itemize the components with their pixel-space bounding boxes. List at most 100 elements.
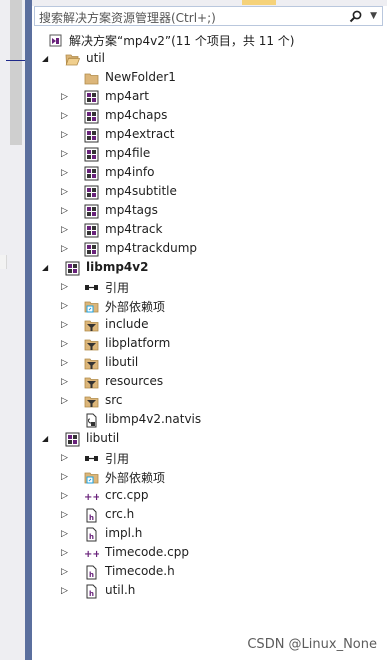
editor-scrollbar[interactable] bbox=[10, 0, 22, 145]
expand-arrow-icon[interactable]: ▷ bbox=[61, 91, 69, 103]
expand-arrow-icon[interactable]: ▷ bbox=[61, 585, 69, 597]
tree-item[interactable]: ▷ resources bbox=[32, 373, 387, 392]
filter-icon bbox=[84, 337, 99, 352]
svg-text:++: ++ bbox=[84, 492, 99, 503]
project-icon bbox=[84, 166, 99, 181]
left-gutter bbox=[0, 0, 26, 660]
tree-item-label: 引用 bbox=[105, 281, 130, 295]
search-input[interactable]: 搜索解决方案资源管理器(Ctrl+;) bbox=[39, 9, 216, 26]
references-icon bbox=[84, 280, 99, 295]
expand-arrow-icon[interactable]: ▷ bbox=[61, 281, 69, 293]
filter-icon bbox=[84, 356, 99, 371]
header-file-icon: h bbox=[84, 527, 99, 542]
search-icon[interactable] bbox=[349, 10, 362, 23]
project-icon bbox=[84, 204, 99, 219]
expand-arrow-icon[interactable]: ▷ bbox=[61, 376, 69, 388]
solution-explorer-panel: 搜索解决方案资源管理器(Ctrl+;) ▼ 解决方案“mp4v2”(11 个项目… bbox=[32, 0, 387, 660]
header-file-icon: h bbox=[84, 565, 99, 580]
expand-arrow-icon[interactable]: ▷ bbox=[61, 509, 69, 521]
tree-item[interactable]: ▷ mp4track bbox=[32, 221, 387, 240]
tree-item[interactable]: ▷ 外部依赖项 bbox=[32, 468, 387, 487]
expand-arrow-icon[interactable]: ▷ bbox=[61, 319, 69, 331]
expand-arrow-icon[interactable]: ▷ bbox=[61, 148, 69, 160]
tree-item[interactable]: ▷ mp4art bbox=[32, 88, 387, 107]
tree-item[interactable]: ▷ mp4tags bbox=[32, 202, 387, 221]
tree-item[interactable]: ▷ 引用 bbox=[32, 278, 387, 297]
expand-arrow-icon[interactable]: ▷ bbox=[61, 129, 69, 141]
project-icon bbox=[84, 185, 99, 200]
expand-arrow-icon[interactable]: ▷ bbox=[61, 243, 69, 255]
tree-item[interactable]: ▷ h Timecode.h bbox=[32, 563, 387, 582]
tree-item-label: mp4trackdump bbox=[105, 241, 198, 255]
tree-item[interactable]: NewFolder1 bbox=[32, 69, 387, 88]
header-file-icon: h bbox=[84, 508, 99, 523]
tree-item-label: util bbox=[86, 51, 105, 65]
tree-item[interactable]: ▷ h crc.h bbox=[32, 506, 387, 525]
expand-arrow-icon[interactable]: ▷ bbox=[61, 357, 69, 369]
window-frame bbox=[25, 0, 32, 660]
watermark: CSDN @Linux_None bbox=[247, 637, 377, 652]
project-icon bbox=[84, 90, 99, 105]
tree-item[interactable]: ▷ ++ Timecode.cpp bbox=[32, 544, 387, 563]
expand-arrow-icon[interactable]: ▷ bbox=[61, 186, 69, 198]
tree-item-label: mp4info bbox=[105, 165, 155, 179]
solution-node[interactable]: 解决方案“mp4v2”(11 个项目，共 11 个) bbox=[32, 31, 387, 50]
tree-item[interactable]: ▷ src bbox=[32, 392, 387, 411]
expand-arrow-icon[interactable]: ▷ bbox=[61, 471, 69, 483]
tree-item[interactable]: ▷ ++ crc.cpp bbox=[32, 487, 387, 506]
tree-item[interactable]: ▷ mp4file bbox=[32, 145, 387, 164]
tree-item[interactable]: ▷ 引用 bbox=[32, 449, 387, 468]
tree-item-label: mp4file bbox=[105, 146, 151, 160]
gutter-tab bbox=[0, 255, 7, 269]
expand-arrow-icon[interactable]: ▷ bbox=[61, 395, 69, 407]
tree-item[interactable]: ▷ libplatform bbox=[32, 335, 387, 354]
tree-item[interactable]: ▷ h impl.h bbox=[32, 525, 387, 544]
expand-arrow-icon[interactable]: ▷ bbox=[61, 338, 69, 350]
tree-item[interactable]: ◢ util bbox=[32, 50, 387, 69]
tree-item-label: libmp4v2 bbox=[86, 260, 149, 274]
tree-item-label: mp4track bbox=[105, 222, 163, 236]
tree-item[interactable]: ▷ libutil bbox=[32, 354, 387, 373]
external-deps-icon bbox=[84, 470, 99, 485]
expand-arrow-icon[interactable]: ▷ bbox=[61, 300, 69, 312]
expand-arrow-icon[interactable]: ▷ bbox=[61, 110, 69, 122]
document-tab-marker[interactable] bbox=[242, 0, 276, 5]
external-deps-icon bbox=[84, 299, 99, 314]
tree-item-label: crc.cpp bbox=[105, 488, 149, 502]
tree-item-label: 外部依赖项 bbox=[105, 471, 166, 485]
project-icon bbox=[84, 128, 99, 143]
expand-arrow-icon[interactable]: ▷ bbox=[61, 566, 69, 578]
tree-item[interactable]: ▷ mp4extract bbox=[32, 126, 387, 145]
expand-arrow-icon[interactable]: ▷ bbox=[61, 528, 69, 540]
tree-item[interactable]: ◢ libutil bbox=[32, 430, 387, 449]
tree-item[interactable]: ◢ libmp4v2 bbox=[32, 259, 387, 278]
solution-label: 解决方案“mp4v2”(11 个项目，共 11 个) bbox=[69, 34, 295, 48]
filter-icon bbox=[84, 318, 99, 333]
tree-item[interactable]: libmp4v2.natvis bbox=[32, 411, 387, 430]
tree-item[interactable]: ▷ h util.h bbox=[32, 582, 387, 601]
expand-arrow-icon[interactable]: ▷ bbox=[61, 490, 69, 502]
expand-arrow-icon[interactable]: ▷ bbox=[61, 167, 69, 179]
tree-item[interactable]: ▷ mp4trackdump bbox=[32, 240, 387, 259]
search-options-dropdown-icon[interactable]: ▼ bbox=[370, 11, 377, 21]
tree-item-label: Timecode.cpp bbox=[105, 545, 189, 559]
tree-item[interactable]: ▷ mp4subtitle bbox=[32, 183, 387, 202]
expand-arrow-icon[interactable]: ▷ bbox=[61, 547, 69, 559]
svg-text:h: h bbox=[89, 533, 94, 541]
tree-item[interactable]: ▷ 外部依赖项 bbox=[32, 297, 387, 316]
tree-item[interactable]: ▷ mp4chaps bbox=[32, 107, 387, 126]
expand-arrow-icon[interactable]: ▷ bbox=[61, 224, 69, 236]
project-icon bbox=[84, 109, 99, 124]
collapse-arrow-icon[interactable]: ◢ bbox=[42, 433, 50, 445]
tree-item[interactable]: ▷ mp4info bbox=[32, 164, 387, 183]
search-box[interactable]: 搜索解决方案资源管理器(Ctrl+;) ▼ bbox=[34, 6, 383, 26]
expand-arrow-icon[interactable]: ▷ bbox=[61, 205, 69, 217]
expand-arrow-icon[interactable]: ▷ bbox=[61, 452, 69, 464]
tree-item[interactable]: ▷ include bbox=[32, 316, 387, 335]
tree-item-label: libutil bbox=[86, 431, 120, 445]
filter-icon bbox=[84, 394, 99, 409]
collapse-arrow-icon[interactable]: ◢ bbox=[42, 262, 50, 274]
collapse-arrow-icon[interactable]: ◢ bbox=[42, 53, 50, 65]
svg-text:h: h bbox=[89, 590, 94, 598]
tree-item-label: resources bbox=[105, 374, 164, 388]
